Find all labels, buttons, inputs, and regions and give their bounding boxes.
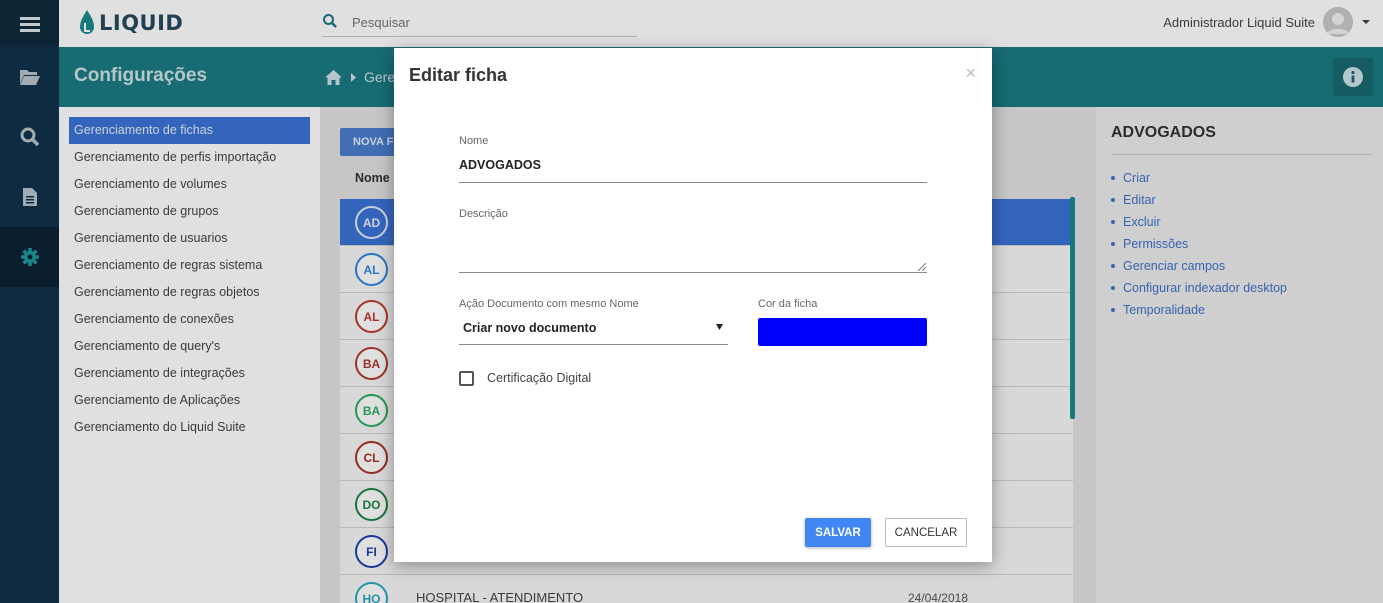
acao-label: Ação Documento com mesmo Nome: [459, 298, 639, 310]
acao-select[interactable]: Criar novo documento: [463, 321, 596, 335]
descricao-label: Descrição: [459, 208, 508, 220]
nome-field[interactable]: ADVOGADOS: [459, 158, 541, 172]
nome-label: Nome: [459, 135, 489, 147]
color-picker[interactable]: [758, 318, 927, 346]
close-icon[interactable]: ×: [965, 63, 976, 84]
nome-field-underline: [459, 182, 927, 183]
caret-down-icon[interactable]: [716, 324, 723, 330]
save-button[interactable]: SALVAR: [805, 518, 871, 547]
cor-label: Cor da ficha: [758, 298, 818, 310]
descricao-field-underline: [459, 272, 927, 273]
certificacao-label[interactable]: Certificação Digital: [487, 371, 591, 385]
edit-ficha-dialog: Editar ficha × Nome ADVOGADOS Descrição …: [394, 48, 992, 562]
cancel-button[interactable]: CANCELAR: [885, 518, 967, 547]
descricao-field[interactable]: [459, 233, 927, 271]
resize-handle-icon[interactable]: [918, 263, 926, 271]
dialog-title: Editar ficha: [409, 65, 508, 85]
acao-select-underline: [459, 344, 728, 345]
certificacao-checkbox[interactable]: [459, 371, 474, 386]
